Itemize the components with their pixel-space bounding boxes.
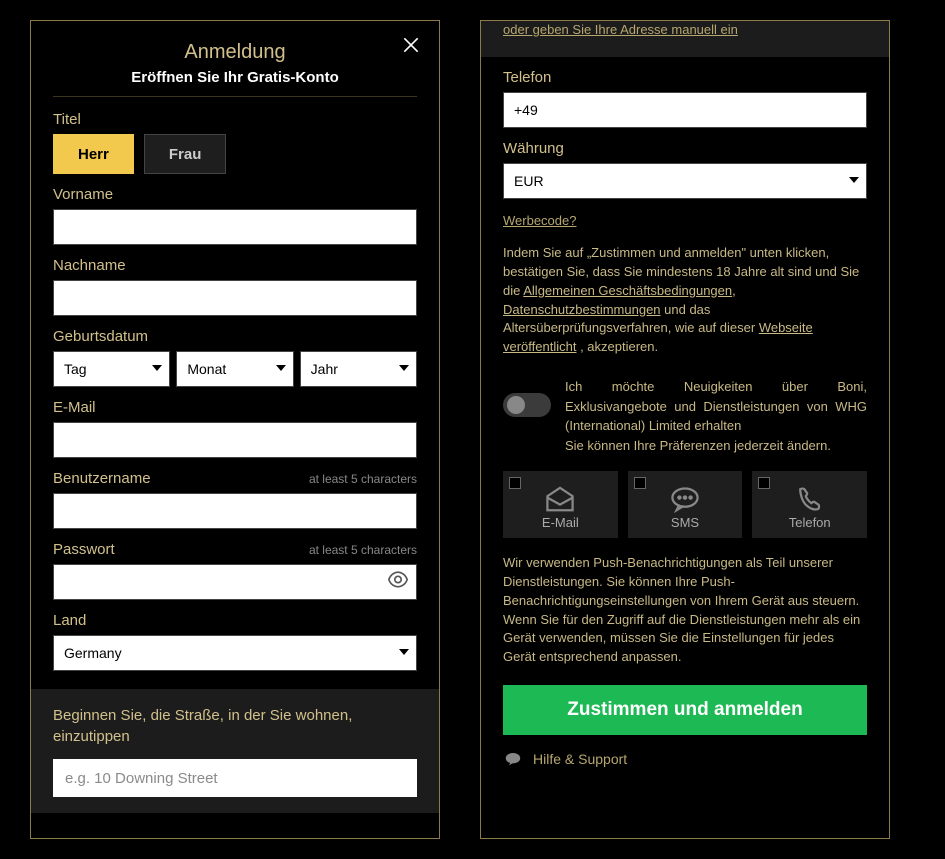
label-land: Land: [53, 612, 417, 629]
manual-address-link[interactable]: oder geben Sie Ihre Adresse manuell ein: [503, 22, 738, 49]
label-telefon: Telefon: [503, 69, 867, 86]
label-passwort: Passwort: [53, 541, 115, 558]
select-jahr[interactable]: Jahr: [300, 351, 417, 387]
select-waehrung[interactable]: EUR: [503, 163, 867, 199]
label-benutzername: Benutzername: [53, 470, 151, 487]
label-nachname: Nachname: [53, 257, 417, 274]
legal-text: Indem Sie auf „Zustimmen und anmelden" u…: [503, 244, 867, 357]
contact-prefs: E-Mail SMS Telefon: [503, 471, 867, 538]
help-support-link[interactable]: Hilfe & Support: [503, 751, 867, 767]
label-titel: Titel: [53, 111, 417, 128]
eye-icon: [387, 569, 409, 591]
input-telefon[interactable]: [503, 92, 867, 128]
label-waehrung: Währung: [503, 140, 867, 157]
hint-password: at least 5 characters: [309, 543, 417, 557]
checkbox-icon: [758, 477, 770, 489]
phone-icon: [793, 485, 827, 513]
marketing-optin-row: Ich möchte Neuigkeiten über Boni, Exklus…: [503, 377, 867, 455]
label-address: Beginnen Sie, die Straße, in der Sie woh…: [53, 705, 417, 747]
page-title: Anmeldung: [53, 41, 417, 64]
toggle-frau[interactable]: Frau: [144, 134, 227, 174]
input-nachname[interactable]: [53, 280, 417, 316]
page-subtitle: Eröffnen Sie Ihr Gratis-Konto: [53, 69, 417, 86]
marketing-text: Ich möchte Neuigkeiten über Boni, Exklus…: [565, 377, 867, 455]
link-datenschutz[interactable]: Datenschutzbestimmungen: [503, 302, 661, 317]
pref-email[interactable]: E-Mail: [503, 471, 618, 538]
submit-button[interactable]: Zustimmen und anmelden: [503, 685, 867, 735]
input-email[interactable]: [53, 422, 417, 458]
select-land[interactable]: Germany: [53, 635, 417, 671]
hint-username: at least 5 characters: [309, 472, 417, 486]
marketing-toggle[interactable]: [503, 393, 551, 417]
label-email: E-Mail: [53, 399, 417, 416]
speech-bubble-icon: [668, 485, 702, 513]
title-toggle-group: Herr Frau: [53, 134, 417, 174]
checkbox-icon: [509, 477, 521, 489]
pref-sms[interactable]: SMS: [628, 471, 743, 538]
address-box: Beginnen Sie, die Straße, in der Sie woh…: [31, 689, 439, 813]
input-vorname[interactable]: [53, 209, 417, 245]
close-button[interactable]: [401, 35, 421, 60]
select-tag[interactable]: Tag: [53, 351, 170, 387]
signup-panel-right: oder geben Sie Ihre Adresse manuell ein …: [480, 20, 890, 839]
speech-bubble-icon: [503, 751, 523, 767]
push-notification-text: Wir verwenden Push-Benachrichtigungen al…: [503, 554, 867, 667]
label-geburtsdatum: Geburtsdatum: [53, 328, 417, 345]
dob-row: Tag Monat Jahr: [53, 351, 417, 387]
signup-panel-left: Anmeldung Eröffnen Sie Ihr Gratis-Konto …: [30, 20, 440, 839]
toggle-password-visibility[interactable]: [387, 569, 409, 596]
toggle-herr[interactable]: Herr: [53, 134, 134, 174]
checkbox-icon: [634, 477, 646, 489]
divider: [53, 96, 417, 97]
close-icon: [401, 35, 421, 55]
input-passwort[interactable]: [53, 564, 417, 600]
envelope-icon: [543, 485, 577, 513]
input-benutzername[interactable]: [53, 493, 417, 529]
pref-telefon[interactable]: Telefon: [752, 471, 867, 538]
input-address[interactable]: [53, 759, 417, 797]
werbecode-link[interactable]: Werbecode?: [503, 213, 576, 228]
select-monat[interactable]: Monat: [176, 351, 293, 387]
link-agb[interactable]: Allgemeinen Geschäftsbedingungen: [523, 283, 732, 298]
label-vorname: Vorname: [53, 186, 417, 203]
